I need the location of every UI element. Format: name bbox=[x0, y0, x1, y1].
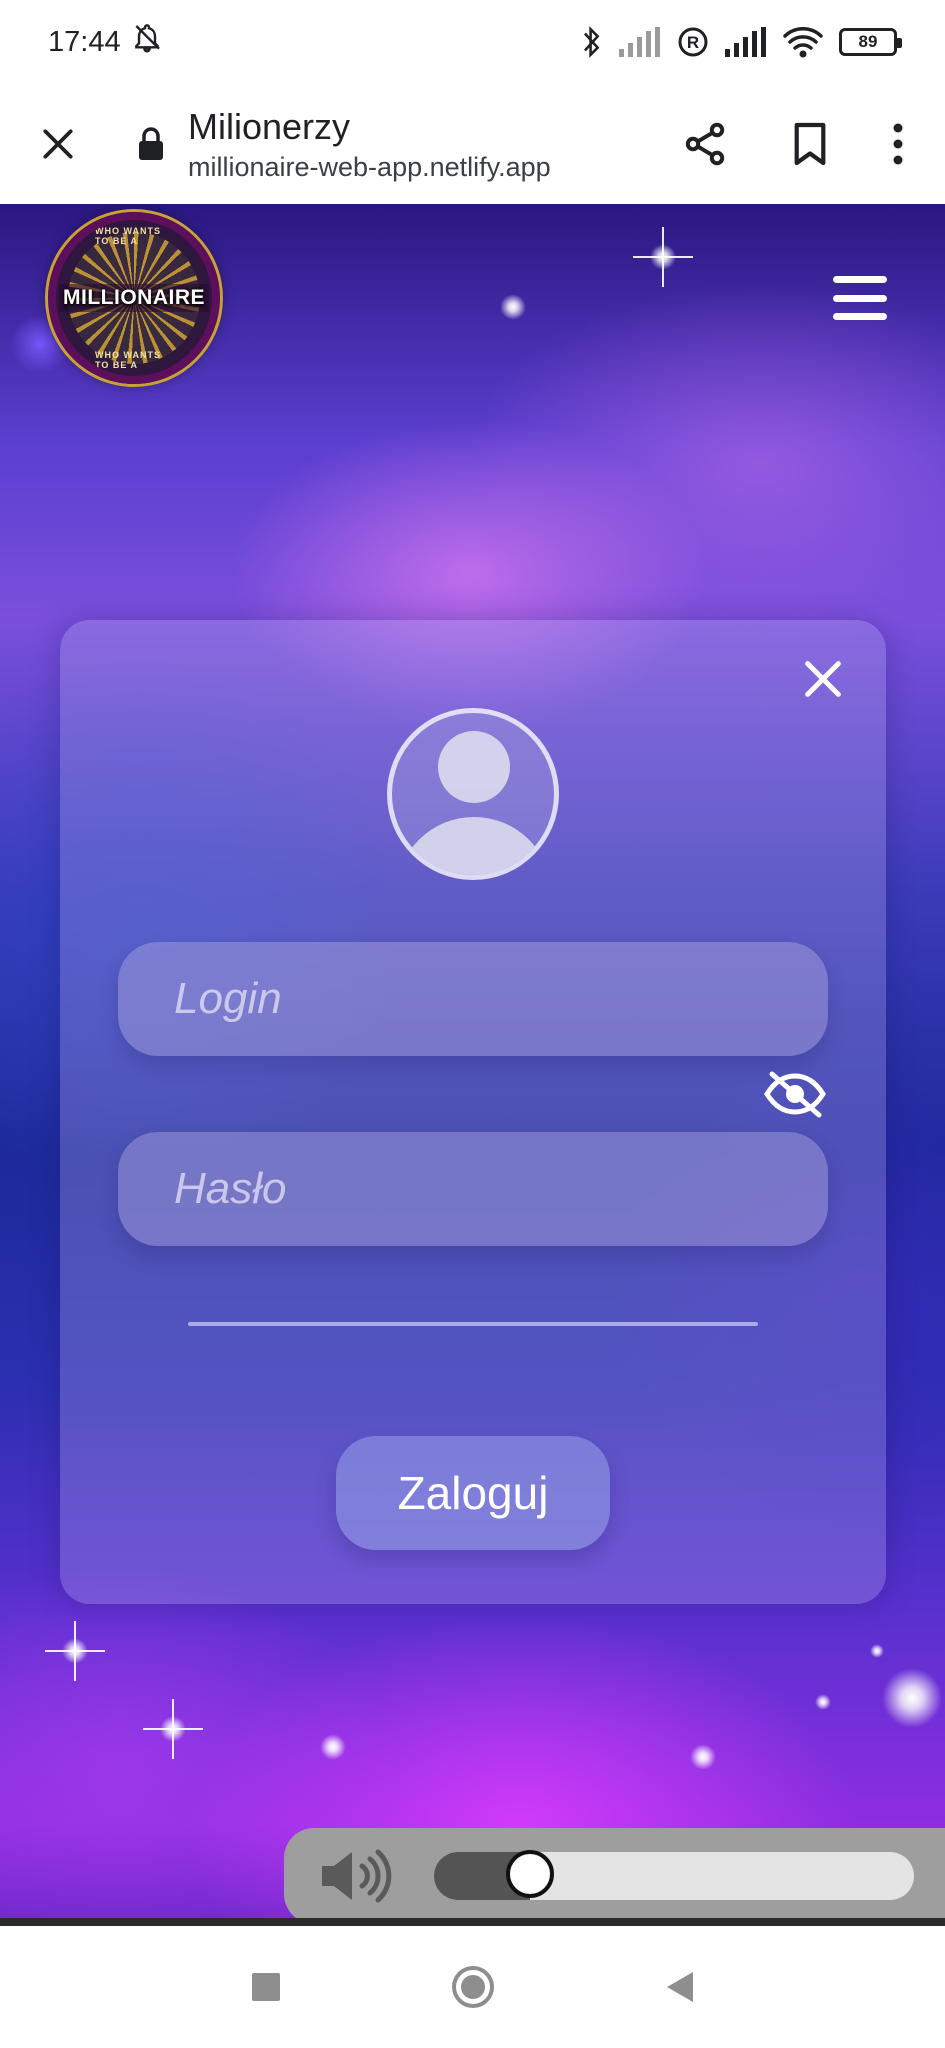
bell-off-icon bbox=[131, 22, 163, 62]
user-avatar-icon bbox=[387, 708, 559, 880]
eye-off-icon[interactable] bbox=[762, 1068, 828, 1120]
back-triangle-icon[interactable] bbox=[665, 1970, 695, 2004]
logo-ring-text-bottom: WHO WANTS TO BE A bbox=[95, 350, 161, 370]
home-circle-icon[interactable] bbox=[451, 1965, 495, 2009]
signal-icon bbox=[725, 27, 767, 57]
status-left: 17:44 bbox=[48, 22, 163, 62]
star-decoration bbox=[882, 1668, 942, 1728]
browser-actions bbox=[681, 84, 905, 204]
star-decoration bbox=[650, 244, 676, 270]
more-vert-icon[interactable] bbox=[891, 122, 905, 166]
password-input[interactable] bbox=[118, 1132, 828, 1246]
battery-level: 89 bbox=[858, 32, 878, 51]
page-url: millionaire-web-app.netlify.app bbox=[188, 151, 551, 182]
star-decoration bbox=[870, 1644, 884, 1658]
battery-icon: 89 bbox=[839, 28, 902, 56]
roaming-icon: R bbox=[677, 26, 709, 58]
system-nav-bar bbox=[0, 1926, 945, 2048]
login-card: Zaloguj bbox=[60, 620, 886, 1604]
star-decoration bbox=[815, 1694, 831, 1710]
star-decoration bbox=[690, 1744, 716, 1770]
status-time: 17:44 bbox=[48, 25, 121, 58]
svg-text:R: R bbox=[687, 33, 699, 52]
bookmark-icon[interactable] bbox=[791, 121, 829, 167]
status-right: R 89 bbox=[581, 25, 902, 59]
page-title: Milionerzy bbox=[188, 105, 351, 147]
bluetooth-icon bbox=[581, 25, 603, 59]
wifi-icon bbox=[783, 26, 823, 58]
millionaire-logo[interactable]: WHO WANTS TO BE A MILLIONAIRE WHO WANTS … bbox=[48, 212, 220, 384]
recents-square-icon[interactable] bbox=[251, 1972, 281, 2002]
close-icon[interactable] bbox=[36, 122, 80, 166]
hamburger-menu-icon[interactable] bbox=[833, 276, 887, 320]
star-decoration bbox=[62, 1638, 88, 1664]
star-decoration bbox=[500, 294, 526, 320]
lock-icon bbox=[136, 126, 166, 162]
star-decoration bbox=[320, 1734, 346, 1760]
signal-icon bbox=[619, 27, 661, 57]
close-icon[interactable] bbox=[800, 656, 846, 702]
logo-ring-text-top: WHO WANTS TO BE A bbox=[95, 226, 161, 246]
audio-control bbox=[284, 1828, 945, 1924]
logo-main-text: MILLIONAIRE bbox=[59, 284, 209, 312]
volume-slider[interactable] bbox=[434, 1850, 914, 1900]
volume-slider-thumb[interactable] bbox=[506, 1850, 554, 1898]
content-edge bbox=[0, 1918, 945, 1926]
browser-toolbar: Milionerzy millionaire-web-app.netlify.a… bbox=[0, 84, 945, 204]
login-input[interactable] bbox=[118, 942, 828, 1056]
volume-icon[interactable] bbox=[318, 1848, 394, 1904]
site-info[interactable]: Milionerzy millionaire-web-app.netlify.a… bbox=[188, 106, 551, 183]
status-bar: 17:44 R 89 bbox=[0, 0, 945, 84]
divider bbox=[188, 1322, 758, 1326]
star-decoration bbox=[160, 1716, 186, 1742]
web-content: WHO WANTS TO BE A MILLIONAIRE WHO WANTS … bbox=[0, 204, 945, 1926]
login-button[interactable]: Zaloguj bbox=[336, 1436, 610, 1550]
share-icon[interactable] bbox=[681, 119, 729, 169]
